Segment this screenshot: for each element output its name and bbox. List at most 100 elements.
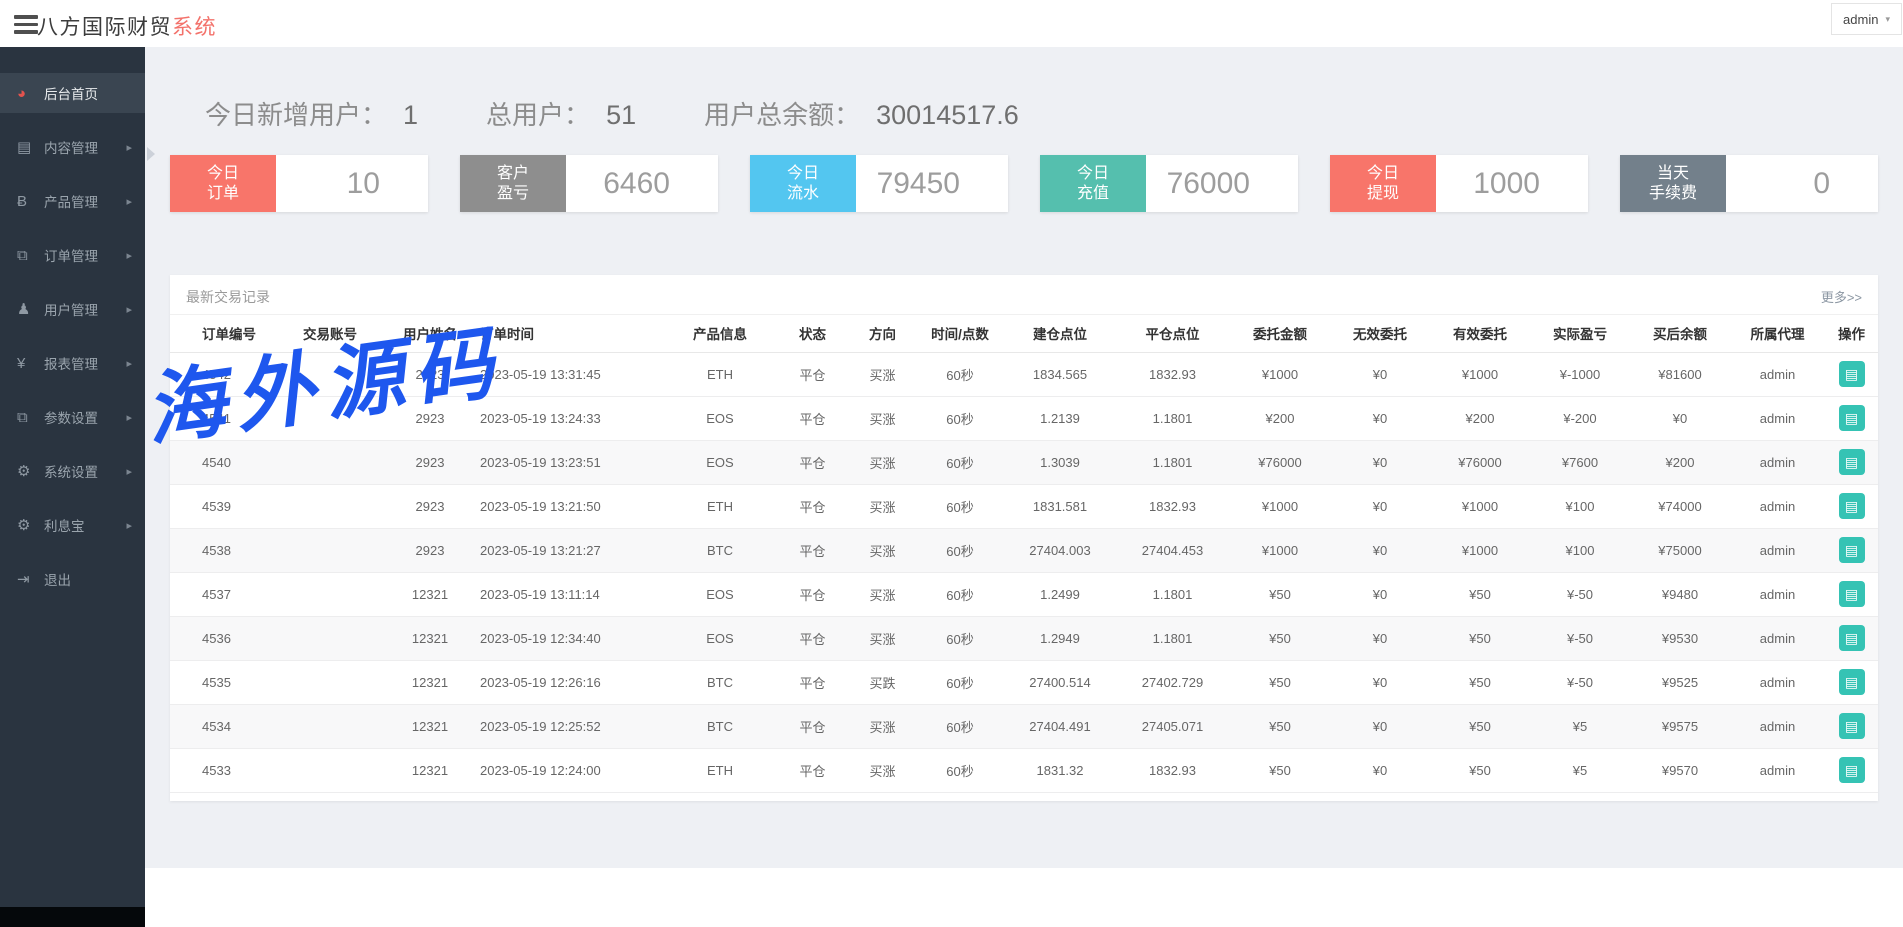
cell-entrust-amount: ¥50 [1230, 704, 1330, 748]
recent-trades-panel: 最新交易记录 更多>> 订单编号交易账号用户姓名订单时间产品信息状态方向时间/点… [170, 275, 1878, 801]
stat-card[interactable]: 今日 流水 79450 [750, 155, 1008, 212]
sidebar-item-logout[interactable]: 退出 [0, 559, 145, 599]
cell-valid-entrust: ¥50 [1430, 660, 1530, 704]
sidebar-item-orders[interactable]: 订单管理 ▸ [0, 235, 145, 275]
stat-item: 总用户： 51 [486, 95, 636, 132]
cell-valid-entrust: ¥50 [1430, 616, 1530, 660]
stats-row: 今日新增用户： 1 总用户： 51 用户总余额： 30014517.6 [205, 95, 1019, 132]
column-header: 建仓点位 [1005, 315, 1115, 352]
cell-invalid-entrust: ¥0 [1330, 484, 1430, 528]
stat-card[interactable]: 今日 提现 1000 [1330, 155, 1588, 212]
cell-open-price: 1.2499 [1005, 572, 1115, 616]
cell-agent: admin [1730, 396, 1825, 440]
cell-valid-entrust: ¥200 [1430, 396, 1530, 440]
stat-card[interactable]: 今日 订单 10 [170, 155, 428, 212]
chevron-right-icon: ▸ [126, 249, 132, 262]
cell-order-id: 4533 [170, 748, 280, 792]
user-menu-button[interactable]: admin ▾ [1831, 3, 1902, 35]
view-order-button[interactable]: ▤ [1839, 493, 1865, 519]
cell-username: 2923 [380, 528, 480, 572]
sidebar-item-interest[interactable]: 利息宝 ▸ [0, 505, 145, 545]
column-header: 订单时间 [480, 315, 665, 352]
cell-entrust-amount: ¥50 [1230, 572, 1330, 616]
cell-agent: admin [1730, 440, 1825, 484]
chevron-right-icon: ▸ [126, 411, 132, 424]
table-row: 4539 2923 2023-05-19 13:21:50 ETH 平仓 买涨 … [170, 484, 1878, 528]
yen-icon [17, 355, 44, 372]
sidebar-item-label: 利息宝 [44, 515, 85, 535]
stat-card-value: 10 [276, 155, 428, 212]
stat-item: 用户总余额： 30014517.6 [704, 95, 1019, 132]
sidebar-item-content[interactable]: 内容管理 ▸ [0, 127, 145, 167]
cell-actual-profit: ¥5 [1530, 748, 1630, 792]
cell-period: 60秒 [915, 396, 1005, 440]
cell-product: ETH [665, 748, 775, 792]
sidebar-item-product[interactable]: 产品管理 ▸ [0, 181, 145, 221]
cell-trade-account [280, 704, 380, 748]
cell-close-price: 1.1801 [1115, 572, 1230, 616]
sidebar-item-reports[interactable]: 报表管理 ▸ [0, 343, 145, 383]
cell-order-time: 2023-05-19 12:34:40 [480, 616, 665, 660]
cell-open-price: 1831.32 [1005, 748, 1115, 792]
cell-product: BTC [665, 704, 775, 748]
sidebar-item-users[interactable]: 用户管理 ▸ [0, 289, 145, 329]
form-icon: ▤ [1845, 367, 1858, 381]
sidebar-item-label: 用户管理 [44, 299, 98, 319]
column-header: 所属代理 [1730, 315, 1825, 352]
stat-card[interactable]: 客户 盈亏 6460 [460, 155, 718, 212]
view-order-button[interactable]: ▤ [1839, 581, 1865, 607]
view-order-button[interactable]: ▤ [1839, 537, 1865, 563]
column-header: 状态 [775, 315, 850, 352]
stat-cards-row: 今日 订单 10 客户 盈亏 6460 今日 流水 79450 今日 充值 76… [170, 155, 1878, 212]
sidebar-item-label: 系统设置 [44, 461, 98, 481]
stat-card[interactable]: 今日 充值 76000 [1040, 155, 1298, 212]
cell-balance-after: ¥9530 [1630, 616, 1730, 660]
stat-label: 总用户： [486, 95, 590, 132]
cell-order-id: 4535 [170, 660, 280, 704]
cell-product: EOS [665, 616, 775, 660]
more-link[interactable]: 更多>> [1821, 287, 1862, 306]
table-row: 4536 12321 2023-05-19 12:34:40 EOS 平仓 买涨… [170, 616, 1878, 660]
view-order-button[interactable]: ▤ [1839, 361, 1865, 387]
stat-card-label: 今日 订单 [170, 155, 276, 212]
cell-trade-account [280, 748, 380, 792]
cell-actual-profit: ¥-1000 [1530, 352, 1630, 396]
cell-order-time: 2023-05-19 13:24:33 [480, 396, 665, 440]
cell-order-id: 4536 [170, 616, 280, 660]
view-order-button[interactable]: ▤ [1839, 405, 1865, 431]
view-order-button[interactable]: ▤ [1839, 669, 1865, 695]
cell-trade-account [280, 660, 380, 704]
view-order-button[interactable]: ▤ [1839, 625, 1865, 651]
view-order-button[interactable]: ▤ [1839, 713, 1865, 739]
column-header: 方向 [850, 315, 915, 352]
stat-card-value: 6460 [566, 155, 718, 212]
stat-card[interactable]: 当天 手续费 0 [1620, 155, 1878, 212]
cell-invalid-entrust: ¥0 [1330, 660, 1430, 704]
cell-product: EOS [665, 396, 775, 440]
view-order-button[interactable]: ▤ [1839, 449, 1865, 475]
hamburger-menu-icon[interactable] [14, 15, 38, 38]
sidebar-item-system[interactable]: 系统设置 ▸ [0, 451, 145, 491]
cell-entrust-amount: ¥50 [1230, 616, 1330, 660]
stat-item: 今日新增用户： 1 [205, 95, 418, 132]
sidebar-item-label: 订单管理 [44, 245, 98, 265]
sidebar-expand-arrow-icon[interactable] [147, 147, 155, 161]
gears-icon [17, 516, 44, 534]
cell-agent: admin [1730, 352, 1825, 396]
cell-order-time: 2023-05-19 12:25:52 [480, 704, 665, 748]
table-row: 4541 2923 2023-05-19 13:24:33 EOS 平仓 买涨 … [170, 396, 1878, 440]
view-order-button[interactable]: ▤ [1839, 757, 1865, 783]
cell-actual-profit: ¥7600 [1530, 440, 1630, 484]
cell-order-id: 4537 [170, 572, 280, 616]
cell-agent: admin [1730, 748, 1825, 792]
column-header: 买后余额 [1630, 315, 1730, 352]
cell-agent: admin [1730, 616, 1825, 660]
form-icon: ▤ [1845, 455, 1858, 469]
sidebar-item-home[interactable]: 后台首页 [0, 73, 145, 113]
user-name: admin [1843, 12, 1878, 27]
sidebar-item-label: 内容管理 [44, 137, 98, 157]
cell-open-price: 1.2949 [1005, 616, 1115, 660]
cell-product: ETH [665, 484, 775, 528]
stat-card-value: 76000 [1146, 155, 1298, 212]
sidebar-item-params[interactable]: 参数设置 ▸ [0, 397, 145, 437]
